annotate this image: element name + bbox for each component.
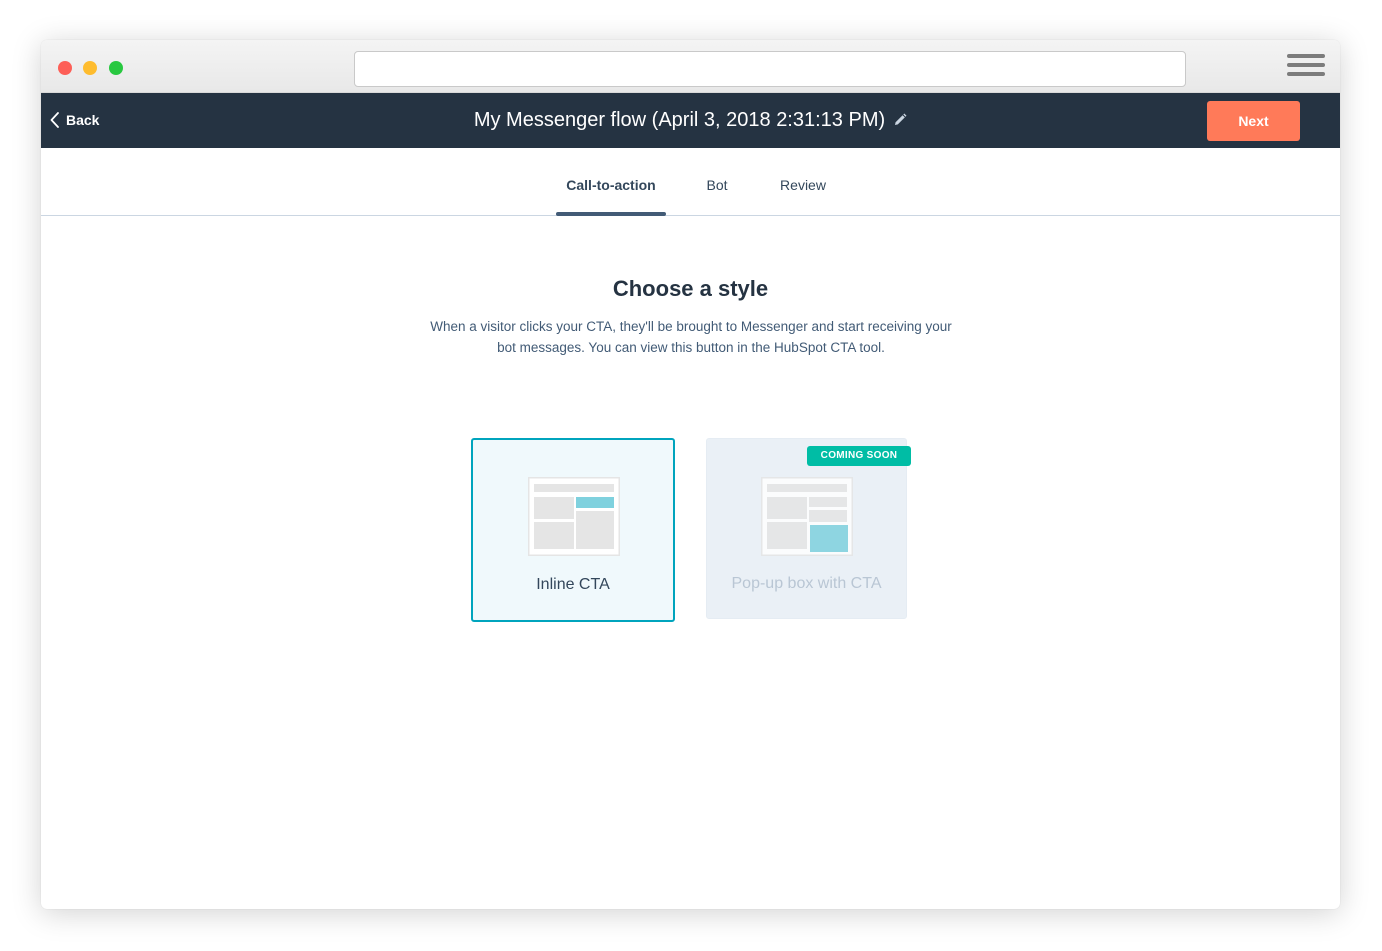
maximize-window-dot[interactable] bbox=[109, 61, 123, 75]
minimize-window-dot[interactable] bbox=[83, 61, 97, 75]
popup-cta-card: COMING SOON Pop-up box with CTA bbox=[706, 438, 911, 619]
inline-cta-card[interactable]: Inline CTA bbox=[471, 438, 675, 622]
close-window-dot[interactable] bbox=[58, 61, 72, 75]
tab-call-to-action[interactable]: Call-to-action bbox=[556, 148, 666, 216]
page-heading: Choose a style bbox=[612, 276, 769, 301]
browser-chrome bbox=[41, 40, 1340, 93]
pencil-icon[interactable] bbox=[893, 113, 907, 127]
coming-soon-badge: COMING SOON bbox=[807, 446, 911, 466]
app-header: Back My Messenger flow (April 3, 2018 2:… bbox=[41, 93, 1340, 148]
tab-review[interactable]: Review bbox=[769, 148, 837, 215]
next-button[interactable]: Next bbox=[1207, 101, 1300, 141]
browser-window: Back My Messenger flow (April 3, 2018 2:… bbox=[41, 40, 1340, 909]
hamburger-menu-icon[interactable] bbox=[1287, 54, 1325, 78]
inline-cta-illustration-icon bbox=[528, 477, 620, 556]
flow-title: My Messenger flow (April 3, 2018 2:31:13… bbox=[473, 109, 886, 131]
popup-cta-label: Pop-up box with CTA bbox=[731, 575, 882, 592]
page-description: When a visitor clicks your CTA, they'll … bbox=[430, 319, 952, 355]
tab-bot[interactable]: Bot bbox=[693, 148, 741, 215]
address-bar[interactable] bbox=[354, 51, 1186, 87]
flow-title-area: My Messenger flow (April 3, 2018 2:31:13… bbox=[41, 107, 1340, 133]
inline-cta-label: Inline CTA bbox=[536, 576, 610, 593]
step-tabs: Call-to-action Bot Review bbox=[41, 148, 1340, 216]
popup-cta-illustration-icon bbox=[761, 477, 853, 556]
